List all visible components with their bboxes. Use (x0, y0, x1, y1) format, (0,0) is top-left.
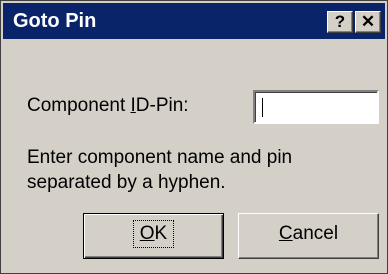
cancel-button[interactable]: Cancel (238, 213, 379, 259)
text-caret (262, 98, 263, 117)
cancel-accelerator: C (278, 223, 293, 244)
close-button[interactable]: ✕ (355, 11, 381, 33)
window-title: Goto Pin (13, 10, 97, 32)
cancel-label-rest: ancel (292, 223, 339, 244)
title-bar[interactable]: Goto Pin ? ✕ (3, 3, 385, 39)
cancel-button-label: Cancel (279, 223, 338, 244)
ok-label-rest: K (154, 223, 168, 244)
label-prefix: Component (27, 95, 131, 116)
ok-button[interactable]: OK (83, 213, 224, 259)
goto-pin-dialog: Goto Pin ? ✕ Component ID-Pin: Enter com… (0, 0, 388, 274)
help-icon: ? (334, 12, 346, 31)
ok-button-label: OK (132, 220, 175, 248)
label-suffix: D-Pin: (135, 95, 189, 116)
ok-accelerator: O (139, 223, 155, 244)
component-id-pin-input[interactable] (253, 90, 379, 124)
instruction-text: Enter component name and pin separated b… (27, 147, 293, 193)
close-icon: ✕ (360, 12, 376, 31)
help-button[interactable]: ? (327, 11, 353, 33)
component-id-pin-label: Component ID-Pin: (27, 93, 189, 119)
